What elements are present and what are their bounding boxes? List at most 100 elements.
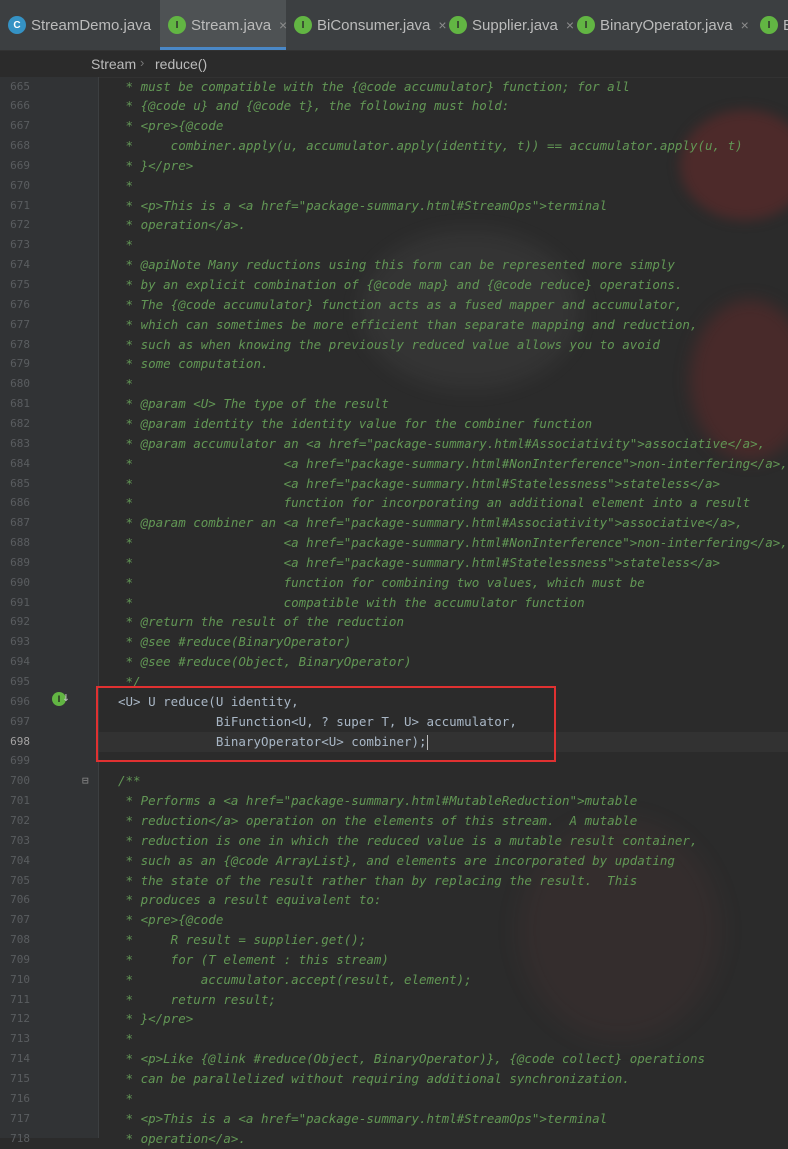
doc-comment-text: * function for combining two values, whi… [118, 574, 645, 590]
doc-comment-text: * @see #reduce(BinaryOperator) [118, 634, 352, 650]
code-line[interactable]: 677 * which can sometimes be more effici… [0, 315, 788, 335]
interface-icon: I [294, 16, 312, 34]
code-line[interactable]: 669 * }</pre> [0, 156, 788, 176]
tab-label: Supplier.java [472, 16, 558, 34]
line-number: 712 [10, 1012, 30, 1026]
code-line[interactable]: 693 * @see #reduce(BinaryOperator) [0, 632, 788, 652]
code-line[interactable]: 670 * [0, 176, 788, 196]
doc-comment-text: * }</pre> [118, 1011, 194, 1027]
line-number: 703 [10, 833, 30, 847]
doc-comment-text: * reduction</a> operation on the element… [118, 812, 638, 828]
doc-comment-text: * @see #reduce(Object, BinaryOperator) [118, 654, 412, 670]
doc-comment-text: * which can sometimes be more efficient … [118, 316, 698, 332]
code-line[interactable]: 704 * such as an {@code ArrayList}, and … [0, 851, 788, 871]
code-line[interactable]: 665 * must be compatible with the {@code… [0, 77, 788, 97]
line-number: 665 [10, 79, 30, 93]
code-line[interactable]: 690 * function for combining two values,… [0, 573, 788, 593]
code-line[interactable]: 672 * operation</a>. [0, 215, 788, 235]
tab-biconsumer-java[interactable]: I BiConsumer.java × [286, 0, 447, 50]
doc-comment-text: * operation</a>. [118, 1130, 246, 1146]
doc-comment-text: * R result = supplier.get(); [118, 932, 367, 948]
doc-comment-text: * <pre>{@code [118, 118, 224, 134]
code-line[interactable]: 686 * function for incorporating an addi… [0, 493, 788, 513]
code-line[interactable]: 678 * such as when knowing the previousl… [0, 335, 788, 355]
tab-supplier-java[interactable]: I Supplier.java × [441, 0, 574, 50]
code-line[interactable]: 705 * the state of the result rather tha… [0, 871, 788, 891]
code-line[interactable]: 708 * R result = supplier.get(); [0, 930, 788, 950]
code-line[interactable]: 711 * return result; [0, 990, 788, 1010]
doc-comment-text: * must be compatible with the {@code acc… [118, 78, 630, 94]
tab-binaryoperator-java[interactable]: I BinaryOperator.java × [569, 0, 752, 50]
doc-comment-text: * [118, 237, 134, 253]
code-line[interactable]: 691 * compatible with the accumulator fu… [0, 593, 788, 613]
code-line[interactable]: 680 * [0, 374, 788, 394]
code-line[interactable]: 689 * <a href="package-summary.html#Stat… [0, 553, 788, 573]
code-line[interactable]: 710 * accumulator.accept(result, element… [0, 970, 788, 990]
tab-bi[interactable]: I Bi [752, 0, 788, 50]
code-line[interactable]: 713 * [0, 1029, 788, 1049]
doc-comment-text: * }</pre> [118, 157, 194, 173]
code-line[interactable]: 702 * reduction</a> operation on the ele… [0, 811, 788, 831]
line-number: 700 [10, 774, 30, 788]
code-line[interactable]: 714 * <p>Like {@link #reduce(Object, Bin… [0, 1049, 788, 1069]
code-line[interactable]: 707 * <pre>{@code [0, 910, 788, 930]
line-number: 701 [10, 794, 30, 808]
code-line[interactable]: 694 * @see #reduce(Object, BinaryOperato… [0, 652, 788, 672]
doc-comment-text: * <a href="package-summary.html#NonInter… [118, 455, 788, 471]
doc-comment-text: * for (T element : this stream) [118, 951, 389, 967]
code-line[interactable]: 701 * Performs a <a href="package-summar… [0, 791, 788, 811]
doc-comment-text: * <a href="package-summary.html#Stateles… [118, 475, 721, 491]
code-line[interactable]: 692 * @return the result of the reductio… [0, 612, 788, 632]
doc-comment-text: * by an explicit combination of {@code m… [118, 277, 683, 292]
code-line[interactable]: 717 * <p>This is a <a href="package-summ… [0, 1109, 788, 1129]
code-line[interactable]: 674 * @apiNote Many reductions using thi… [0, 255, 788, 275]
code-line[interactable]: 681 * @param <U> The type of the result [0, 394, 788, 414]
doc-comment-text: * produces a result equivalent to: [118, 892, 382, 908]
tab-stream-java[interactable]: I Stream.java × [160, 0, 287, 50]
interface-icon: I [168, 16, 186, 34]
doc-comment-text: * @apiNote Many reductions using this fo… [118, 257, 675, 273]
line-number: 669 [10, 158, 30, 172]
code-line[interactable]: 679 * some computation. [0, 354, 788, 374]
go-to-implementation-arrow-icon[interactable]: ↓ [62, 690, 70, 705]
breadcrumb-item-stream[interactable]: Stream [91, 56, 136, 72]
doc-comment-text: * can be parallelized without requiring … [118, 1071, 630, 1086]
code-line[interactable]: 712 * }</pre> [0, 1009, 788, 1029]
line-number: 666 [10, 99, 30, 113]
code-line[interactable]: 682 * @param identity the identity value… [0, 414, 788, 434]
code-line[interactable]: 709 * for (T element : this stream) [0, 950, 788, 970]
code-line[interactable]: 685 * <a href="package-summary.html#Stat… [0, 474, 788, 494]
tab-streamdemo-java[interactable]: CStreamDemo.java× [8, 0, 167, 50]
code-line[interactable]: 675 * by an explicit combination of {@co… [0, 275, 788, 295]
line-number: 668 [10, 139, 30, 153]
code-line[interactable]: 676 * The {@code accumulator} function a… [0, 295, 788, 315]
code-line[interactable]: 666 * {@code u} and {@code t}, the follo… [0, 96, 788, 116]
doc-comment-text: * <a href="package-summary.html#Stateles… [118, 554, 721, 570]
close-tab-icon[interactable]: × [741, 17, 749, 33]
fold-toggle-icon[interactable]: ⊟ [82, 774, 89, 787]
code-line[interactable]: 718 * operation</a>. [0, 1129, 788, 1149]
breadcrumb-item-reduce[interactable]: reduce() [155, 56, 207, 72]
code-line[interactable]: 703 * reduction is one in which the redu… [0, 831, 788, 851]
code-line[interactable]: 671 * <p>This is a <a href="package-summ… [0, 196, 788, 216]
code-line[interactable]: 683 * @param accumulator an <a href="pac… [0, 434, 788, 454]
code-line[interactable]: 667 * <pre>{@code [0, 116, 788, 136]
line-number: 693 [10, 635, 30, 649]
line-number: 709 [10, 952, 30, 966]
line-number: 673 [10, 238, 30, 252]
code-line[interactable]: 668 * combiner.apply(u, accumulator.appl… [0, 136, 788, 156]
code-line[interactable]: 716 * [0, 1089, 788, 1109]
code-line[interactable]: 715 * can be parallelized without requir… [0, 1069, 788, 1089]
code-line[interactable]: 687 * @param combiner an <a href="packag… [0, 513, 788, 533]
code-line[interactable]: 688 * <a href="package-summary.html#NonI… [0, 533, 788, 553]
line-number: 691 [10, 595, 30, 609]
doc-comment-text: * <p>This is a <a href="package-summary.… [118, 197, 608, 213]
code-line[interactable]: 700 /** [0, 771, 788, 791]
tab-label: Bi [783, 17, 788, 34]
line-number: 684 [10, 456, 30, 470]
line-number: 670 [10, 178, 30, 192]
doc-comment-text: * <p>Like {@link #reduce(Object, BinaryO… [118, 1051, 705, 1067]
code-line[interactable]: 673 * [0, 235, 788, 255]
code-line[interactable]: 684 * <a href="package-summary.html#NonI… [0, 454, 788, 474]
code-line[interactable]: 706 * produces a result equivalent to: [0, 890, 788, 910]
